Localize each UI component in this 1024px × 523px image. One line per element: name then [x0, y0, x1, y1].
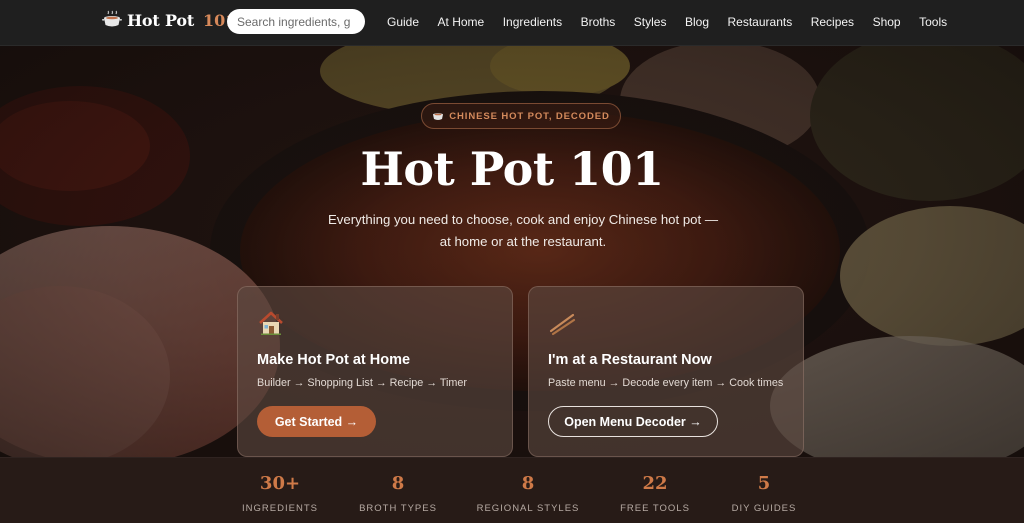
open-menu-decoder-button[interactable]: Open Menu Decoder →	[548, 406, 718, 437]
search-input[interactable]	[227, 9, 365, 34]
site-logo[interactable]: Hot Pot 101	[102, 10, 236, 30]
nav-shop[interactable]: Shop	[873, 15, 901, 29]
nav-tools[interactable]: Tools	[919, 15, 947, 29]
stat-value: 5	[757, 473, 771, 494]
card-title: Make Hot Pot at Home	[257, 352, 411, 368]
nav-restaurants[interactable]: Restaurants	[728, 15, 793, 29]
nav-guide[interactable]: Guide	[387, 15, 419, 29]
card-description: Paste menu → Decode every item → Cook ti…	[548, 377, 784, 389]
get-started-button[interactable]: Get Started →	[257, 406, 376, 437]
logo-text: Hot Pot	[127, 10, 195, 30]
site-header: Hot Pot 101 Guide At Home Ingredients Br…	[0, 0, 1024, 46]
house-icon	[259, 311, 283, 335]
stats-bar: 30+ INGREDIENTS 8 BROTH TYPES 8 REGIONAL…	[0, 457, 1024, 523]
hero-subtitle: Everything you need to choose, cook and …	[327, 212, 719, 249]
card-at-restaurant: I'm at a Restaurant Now Paste menu → Dec…	[528, 286, 804, 457]
nav-at-home[interactable]: At Home	[438, 15, 485, 29]
nav-styles[interactable]: Styles	[634, 15, 667, 29]
card-description: Builder → Shopping List → Recipe → Timer	[257, 377, 468, 389]
stat-label: BROTH TYPES	[359, 503, 437, 514]
hero-badge: CHINESE HOT POT, DECODED	[421, 103, 621, 129]
stat-label: DIY GUIDES	[731, 503, 797, 514]
stat-value: 8	[391, 473, 405, 494]
nav-recipes[interactable]: Recipes	[811, 15, 854, 29]
stat-label: INGREDIENTS	[242, 503, 318, 514]
stat-value: 8	[521, 473, 535, 494]
card-make-at-home: Make Hot Pot at Home Builder → Shopping …	[237, 286, 513, 457]
hero-section: CHINESE HOT POT, DECODED Hot Pot 101 Eve…	[0, 46, 1024, 457]
chopsticks-icon	[549, 313, 576, 336]
nav-broths[interactable]: Broths	[581, 15, 616, 29]
card-title: I'm at a Restaurant Now	[548, 352, 712, 368]
badge-text: CHINESE HOT POT, DECODED	[449, 110, 610, 122]
nav-blog[interactable]: Blog	[685, 15, 709, 29]
nav-ingredients[interactable]: Ingredients	[503, 15, 562, 29]
main-nav: Guide At Home Ingredients Broths Styles …	[387, 0, 966, 44]
hot-pot-icon	[433, 113, 444, 120]
stat-value: 30+	[259, 473, 301, 494]
stat-label: REGIONAL STYLES	[476, 503, 580, 514]
hot-pot-icon	[102, 10, 122, 27]
hero-title: Hot Pot 101	[360, 142, 664, 196]
